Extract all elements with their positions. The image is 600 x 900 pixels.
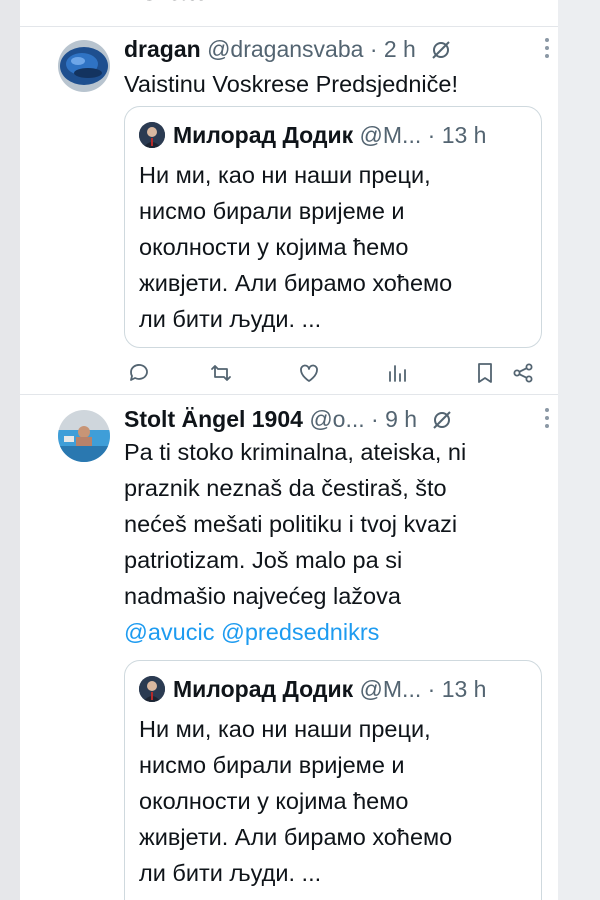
- tweet-stolt-angel[interactable]: Stolt Ängel 1904 @o... · 9 h Pa ti stoko…: [20, 402, 558, 900]
- views-icon[interactable]: [382, 358, 412, 388]
- quoted-tweet[interactable]: Милорад Додик @M... · 13 h Ни ми, као ни…: [124, 106, 542, 348]
- mention-links[interactable]: @avucic @predsednikrs: [124, 614, 554, 650]
- tweet-text: Vaistinu Voskrese Predsjedniče!: [124, 71, 458, 97]
- quote-header: Милорад Додик @M... · 13 h: [139, 119, 533, 151]
- divider: [20, 394, 558, 395]
- avatar[interactable]: [58, 410, 110, 462]
- author-name[interactable]: dragan: [124, 36, 201, 62]
- quote-text: Ни ми, као ни наши преци, нисмо бирали в…: [139, 157, 529, 337]
- quote-author-handle: @M...: [359, 122, 422, 148]
- tweet-line: nećeš mešati politiku i tvoj kvazi: [124, 511, 458, 537]
- quote-text: Ни ми, као ни наши преци, нисмо бирали в…: [139, 711, 529, 891]
- tweet-line: patriotizam. Još malo pa si: [124, 547, 403, 573]
- page-title: Citati: [138, 0, 213, 8]
- tweet-text: Pa ti stoko kriminalna, ateiska, ni praz…: [124, 434, 554, 650]
- quote-line: нисмо бирали вријеме и: [139, 752, 405, 778]
- timestamp[interactable]: 9 h: [385, 406, 417, 432]
- quote-timestamp: 13 h: [441, 676, 487, 702]
- repost-icon[interactable]: [206, 358, 236, 388]
- more-options-icon[interactable]: [544, 38, 550, 60]
- quote-author-name: Милорад Додик: [173, 676, 354, 702]
- divider: [20, 26, 558, 27]
- quote-line: Ни ми, као ни наши преци,: [139, 162, 431, 188]
- separator: ·: [371, 406, 379, 432]
- muted-icon: [430, 35, 452, 59]
- muted-icon: [431, 405, 453, 429]
- quote-line: Ни ми, као ни наши преци,: [139, 716, 431, 742]
- separator: ·: [427, 676, 436, 702]
- tweet-header: Stolt Ängel 1904 @o... · 9 h: [124, 402, 554, 436]
- author-handle[interactable]: @dragansvaba: [207, 36, 363, 62]
- timestamp[interactable]: 2 h: [384, 36, 416, 62]
- author-name[interactable]: Stolt Ängel 1904: [124, 406, 303, 432]
- quote-header: Милорад Додик @M... · 13 h: [139, 673, 533, 705]
- avatar[interactable]: [58, 40, 110, 92]
- left-edge: [0, 0, 20, 900]
- tweet-header: dragan @dragansvaba · 2 h: [124, 32, 554, 66]
- quote-avatar: [139, 122, 165, 148]
- bookmark-icon[interactable]: [470, 358, 500, 388]
- quote-line: живјети. Али бирамо хоћемо: [139, 270, 453, 296]
- quote-line: нисмо бирали вријеме и: [139, 198, 405, 224]
- reply-icon[interactable]: [124, 358, 154, 388]
- quote-author-handle: @M...: [359, 676, 422, 702]
- quote-line: околности у којима ћемо: [139, 788, 409, 814]
- quote-author-name: Милорад Додик: [173, 122, 354, 148]
- quote-line: ли бити људи. ...: [139, 860, 322, 886]
- right-edge: [558, 0, 600, 900]
- tweet-line: nadmašio najvećeg lažova: [124, 583, 401, 609]
- avatar-image: [58, 40, 110, 92]
- avatar-image: [58, 410, 110, 462]
- separator: ·: [427, 122, 436, 148]
- like-icon[interactable]: [294, 358, 324, 388]
- quote-line: ли бити људи. ...: [139, 306, 322, 332]
- tweet-actions: [124, 358, 554, 388]
- share-icon[interactable]: [508, 358, 538, 388]
- replies-feed[interactable]: Citati dragan @dragansvaba · 2 h: [20, 0, 558, 900]
- phone-screen: Citati dragan @dragansvaba · 2 h: [0, 0, 600, 900]
- separator: ·: [369, 36, 378, 62]
- quote-avatar: [139, 676, 165, 702]
- quote-line: околности у којима ћемо: [139, 234, 409, 260]
- author-handle[interactable]: @o...: [309, 406, 364, 432]
- tweet-dragan[interactable]: dragan @dragansvaba · 2 h Vaistinu Voskr…: [20, 32, 558, 392]
- more-options-icon[interactable]: [544, 408, 550, 430]
- tweet-line: praznik neznaš da čestiraš, što: [124, 475, 447, 501]
- quoted-tweet[interactable]: Милорад Додик @M... · 13 h Ни ми, као ни…: [124, 660, 542, 900]
- quote-line: живјети. Али бирамо хоћемо: [139, 824, 453, 850]
- quote-timestamp: 13 h: [441, 122, 487, 148]
- tweet-line: Pa ti stoko kriminalna, ateiska, ni: [124, 439, 467, 465]
